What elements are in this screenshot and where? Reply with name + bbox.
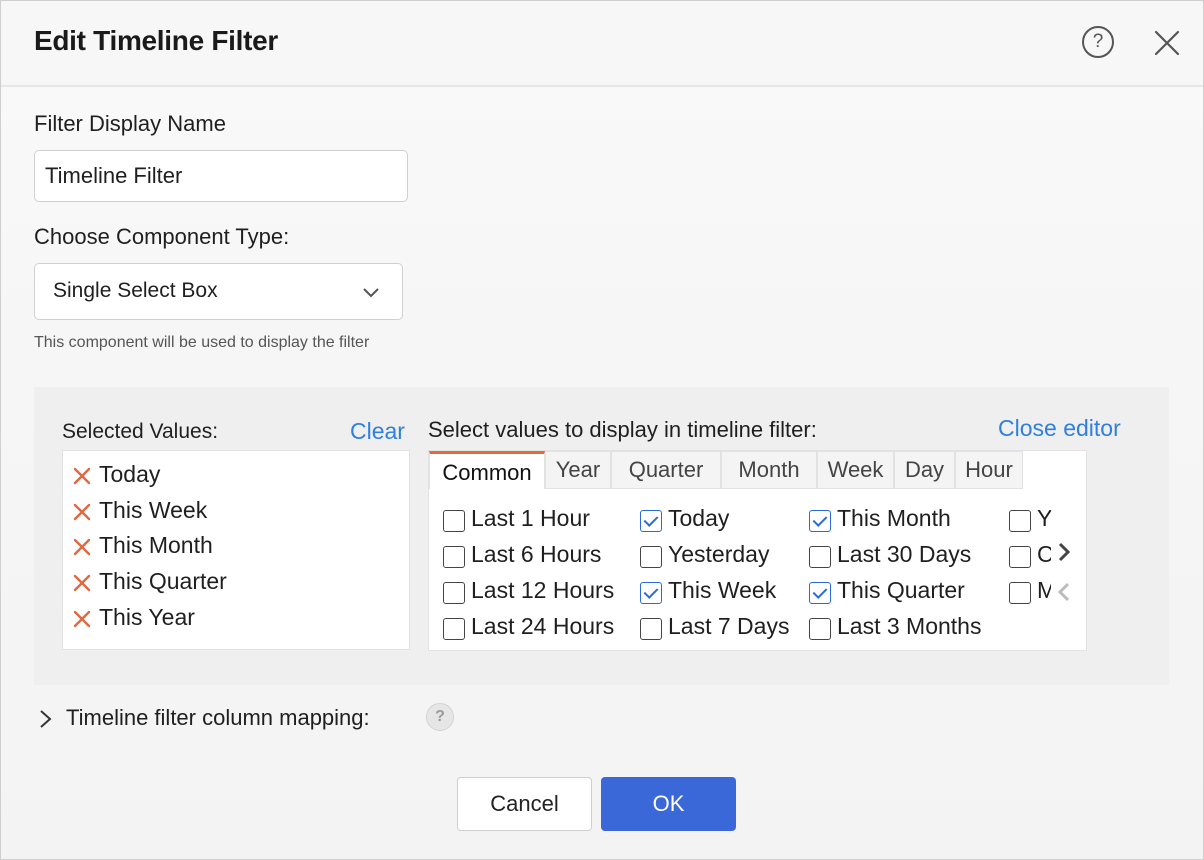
option-label: M bbox=[1037, 577, 1051, 604]
tab-week[interactable]: Week bbox=[817, 451, 894, 489]
option-checkbox[interactable]: Last 1 Hour bbox=[443, 505, 633, 535]
remove-icon[interactable] bbox=[71, 608, 93, 630]
option-label: Last 7 Days bbox=[668, 613, 790, 639]
dialog-title: Edit Timeline Filter bbox=[34, 25, 278, 56]
checkbox[interactable] bbox=[809, 618, 831, 640]
remove-icon[interactable] bbox=[71, 536, 93, 558]
timeline-values-picker: Common Year Quarter Month Week Day Hour Last 1… bbox=[428, 450, 1087, 651]
option-label: Today bbox=[668, 505, 730, 531]
checkbox[interactable] bbox=[1009, 582, 1031, 604]
selected-values-label: Selected Values: bbox=[62, 420, 219, 443]
selected-value-label: This Quarter bbox=[99, 568, 227, 595]
option-label: Yesterday bbox=[668, 541, 770, 567]
option-label: This Week bbox=[668, 577, 777, 603]
selected-values-list: Today This Week This Month This Quarter This… bbox=[62, 450, 410, 650]
remove-icon[interactable] bbox=[71, 465, 93, 487]
values-editor-panel: Selected Values: Clear Today This Week Thi… bbox=[34, 387, 1169, 685]
checkbox[interactable] bbox=[640, 582, 662, 604]
ok-button[interactable]: OK bbox=[601, 777, 736, 831]
option-checkbox[interactable]: This Quarter bbox=[809, 577, 999, 607]
option-checkbox[interactable]: This Month bbox=[809, 505, 999, 535]
checkbox[interactable] bbox=[1009, 546, 1031, 568]
checkbox[interactable] bbox=[809, 510, 831, 532]
option-checkbox[interactable]: M bbox=[1009, 577, 1051, 607]
chevron-right-icon[interactable] bbox=[1053, 541, 1075, 563]
option-checkbox[interactable]: Last 30 Days bbox=[809, 541, 999, 571]
checkbox[interactable] bbox=[809, 582, 831, 604]
chevron-left-icon[interactable] bbox=[1053, 581, 1075, 603]
option-label: Last 30 Days bbox=[837, 541, 972, 567]
selected-value-label: This Week bbox=[99, 496, 208, 523]
chevron-down-icon bbox=[363, 288, 379, 298]
option-checkbox[interactable]: Last 24 Hours bbox=[443, 613, 633, 643]
checkbox[interactable] bbox=[640, 546, 662, 568]
help-icon[interactable]: ? bbox=[1082, 26, 1114, 58]
option-label: Last 6 Hours bbox=[471, 541, 602, 567]
remove-icon[interactable] bbox=[71, 501, 93, 523]
tab-quarter[interactable]: Quarter bbox=[611, 451, 721, 489]
component-type-select[interactable]: Single Select Box bbox=[34, 263, 403, 320]
tab-common[interactable]: Common bbox=[429, 451, 545, 489]
option-checkbox[interactable]: This Week bbox=[640, 577, 830, 607]
option-checkbox[interactable]: Y bbox=[1009, 505, 1051, 535]
option-label: Y bbox=[1037, 505, 1051, 531]
option-checkbox[interactable]: Last 7 Days bbox=[640, 613, 830, 643]
option-label: Last 12 Hours bbox=[471, 577, 615, 603]
option-label: This Quarter bbox=[837, 577, 965, 603]
edit-timeline-filter-dialog: Edit Timeline Filter ? Filter Display Na… bbox=[0, 0, 1204, 860]
option-label: Last 3 Months bbox=[837, 613, 982, 639]
checkbox[interactable] bbox=[640, 510, 662, 532]
checkbox[interactable] bbox=[443, 510, 465, 532]
selected-value-label: This Year bbox=[99, 603, 195, 630]
component-type-value: Single Select Box bbox=[53, 279, 218, 302]
checkbox[interactable] bbox=[443, 582, 465, 604]
tab-hour[interactable]: Hour bbox=[955, 451, 1023, 489]
option-checkbox[interactable]: Yesterday bbox=[640, 541, 830, 571]
clear-link[interactable]: Clear bbox=[350, 418, 405, 445]
tab-year[interactable]: Year bbox=[545, 451, 611, 489]
remove-icon[interactable] bbox=[71, 572, 93, 594]
tab-month[interactable]: Month bbox=[721, 451, 817, 489]
checkbox[interactable] bbox=[443, 546, 465, 568]
checkbox[interactable] bbox=[443, 618, 465, 640]
option-label: This Month bbox=[837, 505, 951, 531]
checkbox[interactable] bbox=[1009, 510, 1031, 532]
option-label: Last 1 Hour bbox=[471, 505, 590, 531]
selected-value-label: Today bbox=[99, 461, 161, 487]
option-checkbox[interactable]: Last 12 Hours bbox=[443, 577, 633, 607]
close-editor-link[interactable]: Close editor bbox=[998, 415, 1121, 442]
display-name-label: Filter Display Name bbox=[34, 111, 226, 136]
component-type-hint: This component will be used to display t… bbox=[34, 334, 370, 351]
column-mapping-label: Timeline filter column mapping: bbox=[66, 705, 370, 730]
option-label: Last 24 Hours bbox=[471, 613, 615, 639]
option-checkbox[interactable]: C bbox=[1009, 541, 1051, 571]
option-checkbox[interactable]: Last 3 Months bbox=[809, 613, 999, 643]
checkbox[interactable] bbox=[640, 618, 662, 640]
checkbox[interactable] bbox=[809, 546, 831, 568]
selected-value-label: This Month bbox=[99, 532, 213, 559]
question-circle-icon[interactable]: ? bbox=[426, 703, 454, 731]
option-checkbox[interactable]: Last 6 Hours bbox=[443, 541, 633, 571]
picker-label: Select values to display in timeline fil… bbox=[428, 417, 817, 442]
tab-day[interactable]: Day bbox=[894, 451, 955, 489]
cancel-button[interactable]: Cancel bbox=[457, 777, 592, 831]
chevron-right-icon bbox=[40, 710, 52, 728]
component-type-label: Choose Component Type: bbox=[34, 224, 290, 249]
option-label: C bbox=[1037, 541, 1051, 568]
option-checkbox[interactable]: Today bbox=[640, 505, 830, 535]
dialog-header: Edit Timeline Filter ? bbox=[1, 1, 1203, 87]
display-name-input[interactable] bbox=[34, 150, 408, 202]
close-icon[interactable] bbox=[1151, 27, 1183, 59]
